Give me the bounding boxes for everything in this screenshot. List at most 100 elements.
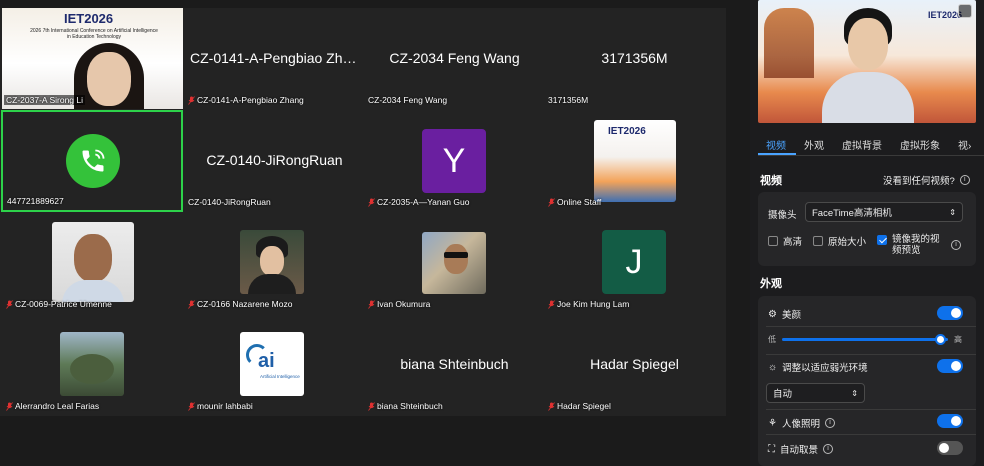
participant-display-name: CZ-0140-JiRongRuan <box>206 152 343 168</box>
auto-frame-label: 自动取景 <box>780 445 819 456</box>
video-tile[interactable]: CZ-0166 Nazarene Mozo <box>184 212 365 313</box>
mic-muted-icon <box>6 299 13 309</box>
name-text: CZ-2034 Feng Wang <box>368 95 448 105</box>
video-settings-card: 摄像头 FaceTime高清相机 ⇕ 高清 原始大小 镜像我的视 频预览 i <box>758 192 976 266</box>
landscape-hill <box>70 354 114 384</box>
person-face <box>848 18 888 70</box>
mic-muted-icon <box>188 95 195 105</box>
participant-name-label: 447721889627 <box>7 196 177 206</box>
beauty-toggle[interactable] <box>937 306 963 320</box>
video-tile[interactable]: CZ-0140-JiRongRuan CZ-0140-JiRongRuan <box>184 110 365 211</box>
slider-low-label: 低 <box>768 335 776 344</box>
mic-muted-icon <box>188 299 195 309</box>
participant-name-label: Joe Kim Hung Lam <box>548 299 721 309</box>
video-tile[interactable]: Ivan Okumura <box>364 212 545 313</box>
tab-video[interactable]: 视频 <box>758 134 796 155</box>
chevron-right-icon: › <box>968 141 972 152</box>
original-size-checkbox[interactable] <box>813 236 823 246</box>
video-tile[interactable]: ai Artificial Intelligence mounir lahbab… <box>184 314 365 415</box>
info-icon: i <box>959 175 970 185</box>
original-size-option[interactable]: 原始大小 <box>813 234 866 248</box>
participant-name-label: CZ-2035-A—Yanan Guo <box>368 197 541 207</box>
tab-appearance[interactable]: 外观 <box>796 134 834 155</box>
divider <box>766 326 976 327</box>
name-text: CZ-0069-Patrice Umenne <box>15 299 112 309</box>
info-icon[interactable]: i <box>951 240 961 250</box>
video-tile[interactable]: CZ-0141-A-Pengbiao Zha... CZ-0141-A-Peng… <box>184 8 365 109</box>
gallery-view: IET2026 2026 7th International Conferenc… <box>0 8 726 416</box>
participant-display-name: 3171356M <box>601 50 668 66</box>
pop-out-icon[interactable] <box>958 4 972 18</box>
divider <box>766 409 976 410</box>
video-tile-active-speaker[interactable]: 447721889627 <box>1 110 183 212</box>
video-tile[interactable]: Alerrandro Leal Farias <box>2 314 183 415</box>
conference-subtitle: 2026 7th International Conference on Art… <box>30 28 158 40</box>
slider-thumb[interactable] <box>934 334 946 345</box>
name-text: Joe Kim Hung Lam <box>557 299 630 309</box>
name-text: Alerrandro Leal Farias <box>15 401 100 411</box>
slider-high-label: 高 <box>954 335 962 344</box>
auto-frame-row: ⛶ 自动取景 i <box>768 442 834 456</box>
participant-name-label: CZ-0069-Patrice Umenne <box>6 299 179 309</box>
lowlight-toggle[interactable] <box>937 359 963 373</box>
participant-name-label: biana Shteinbuch <box>368 401 541 411</box>
participant-name-label: mounir lahbabi <box>188 401 361 411</box>
info-icon[interactable]: i <box>823 444 834 454</box>
appearance-card: ⚙ 美颜 低 高 ☼ 调整以适应弱光环境 自动 ⇕ ⚘ 人像照明 i ⛶ 自动取… <box>758 296 976 466</box>
phone-call-icon <box>66 134 120 188</box>
ai-logo-subtitle: Artificial Intelligence <box>260 374 300 379</box>
settings-tabs: 视频 外观 虚拟背景 虚拟形象 视› <box>758 134 984 156</box>
video-tile[interactable]: Y CZ-2035-A—Yanan Guo <box>364 110 545 211</box>
chevron-up-down-icon: ⇕ <box>851 388 858 398</box>
participant-avatar-image <box>52 222 134 302</box>
participant-name-label: Alerrandro Leal Farias <box>6 401 179 411</box>
video-tile[interactable]: biana Shteinbuch biana Shteinbuch <box>364 314 545 415</box>
video-tile[interactable]: J Joe Kim Hung Lam <box>544 212 725 313</box>
lowlight-mode-select[interactable]: 自动 ⇕ <box>766 383 865 403</box>
mirror-checkbox[interactable] <box>877 235 887 245</box>
name-text: 447721889627 <box>7 196 64 206</box>
mirror-label-line-2: 频预览 <box>892 245 921 256</box>
participant-name-label: CZ-0166 Nazarene Mozo <box>188 299 361 309</box>
avatar: Y <box>422 129 486 193</box>
video-tile[interactable]: 3171356M 3171356M <box>544 8 725 109</box>
participant-name-label: CZ-2034 Feng Wang <box>368 95 541 105</box>
participant-avatar-image <box>240 230 304 294</box>
camera-select[interactable]: FaceTime高清相机 ⇕ <box>805 202 963 222</box>
participant-avatar-image <box>422 232 486 294</box>
video-tile[interactable]: CZ-0069-Patrice Umenne <box>2 212 183 313</box>
mic-muted-icon <box>368 197 375 207</box>
video-tile[interactable]: Hadar Spiegel Hadar Spiegel <box>544 314 725 415</box>
tab-avatar[interactable]: 虚拟形象 <box>892 134 950 155</box>
name-text: 3171356M <box>548 95 589 105</box>
mic-muted-icon <box>548 401 555 411</box>
participant-name-label: Hadar Spiegel <box>548 401 721 411</box>
conference-logo: IET2026 <box>608 126 646 137</box>
help-link[interactable]: 没看到任何视频? i <box>883 173 970 187</box>
mirror-option[interactable]: 镜像我的视 频预览 <box>877 234 940 256</box>
participant-name-label: CZ-0141-A-Pengbiao Zhang <box>188 95 361 105</box>
original-size-label: 原始大小 <box>828 237 867 248</box>
video-tile[interactable]: IET2026 2026 7th International Conferenc… <box>2 8 183 109</box>
participant-name-label: Ivan Okumura <box>368 299 541 309</box>
tab-virtual-background[interactable]: 虚拟背景 <box>834 134 892 155</box>
hd-checkbox[interactable] <box>768 236 778 246</box>
hd-option[interactable]: 高清 <box>768 234 802 248</box>
conference-logo: IET2026 <box>928 10 963 20</box>
hd-label: 高清 <box>783 237 803 248</box>
participant-name-label: CZ-0140-JiRongRuan <box>188 197 361 207</box>
video-tile[interactable]: CZ-2034 Feng Wang CZ-2034 Feng Wang <box>364 8 545 109</box>
ai-logo: ai <box>258 350 275 372</box>
info-icon[interactable]: i <box>824 418 835 428</box>
portrait-light-toggle[interactable] <box>937 414 963 428</box>
tab-more[interactable]: 视› <box>950 134 971 155</box>
background-tower <box>764 8 814 78</box>
portrait-light-icon: ⚘ <box>768 417 777 429</box>
conference-logo: IET2026 <box>64 11 114 26</box>
name-text: biana Shteinbuch <box>377 401 443 411</box>
mic-muted-icon <box>6 401 13 411</box>
beauty-slider[interactable] <box>782 334 948 345</box>
auto-frame-toggle[interactable] <box>937 441 963 455</box>
name-text: CZ-2035-A—Yanan Guo <box>377 197 470 207</box>
video-tile[interactable]: IET2026 Online Staff <box>544 110 725 211</box>
